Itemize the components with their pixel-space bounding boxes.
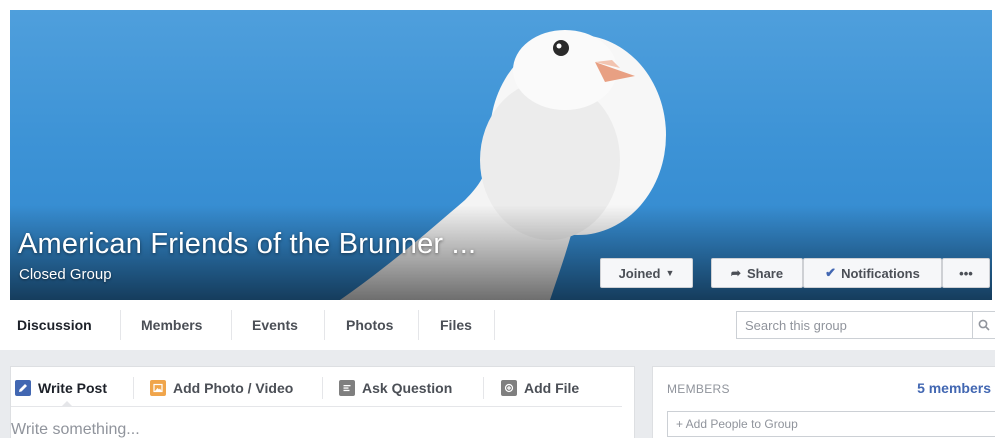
tab-divider bbox=[120, 310, 121, 340]
add-file-icon bbox=[501, 380, 517, 396]
composer-placeholder: Write something... bbox=[11, 421, 140, 438]
composer-divider bbox=[133, 377, 134, 399]
post-composer: Write Post Add Photo / Video Ask Questio… bbox=[10, 366, 635, 438]
write-post-tab[interactable]: Write Post bbox=[15, 377, 107, 399]
tab-divider bbox=[324, 310, 325, 340]
tab-photos[interactable]: Photos bbox=[346, 300, 393, 350]
composer-text-input[interactable]: Write something... bbox=[11, 421, 611, 441]
caret-down-icon: ▼ bbox=[665, 268, 675, 278]
add-file-tab[interactable]: Add File bbox=[501, 377, 579, 399]
composer-tab-underline bbox=[11, 406, 622, 407]
tab-members-label: Members bbox=[141, 317, 203, 333]
tab-files-label: Files bbox=[440, 317, 472, 333]
add-people-input[interactable]: + Add People to Group bbox=[667, 411, 995, 437]
active-tab-notch bbox=[61, 401, 73, 407]
question-list-icon bbox=[339, 380, 355, 396]
share-label: Share bbox=[746, 265, 784, 281]
tab-members[interactable]: Members bbox=[141, 300, 202, 350]
add-file-label: Add File bbox=[524, 380, 580, 396]
write-post-label: Write Post bbox=[38, 380, 107, 396]
search-placeholder: Search this group bbox=[745, 317, 847, 333]
members-heading: MEMBERS bbox=[667, 382, 730, 396]
tab-discussion-label: Discussion bbox=[17, 317, 92, 333]
composer-divider bbox=[483, 377, 484, 399]
group-search-input[interactable]: Search this group bbox=[736, 311, 995, 339]
more-dots-icon: ••• bbox=[959, 265, 973, 281]
tab-events[interactable]: Events bbox=[252, 300, 298, 350]
add-people-placeholder: + Add People to Group bbox=[676, 417, 798, 431]
search-icon[interactable] bbox=[972, 312, 995, 338]
share-button[interactable]: ➦ Share bbox=[711, 258, 803, 288]
ask-question-label: Ask Question bbox=[362, 380, 453, 396]
joined-button[interactable]: Joined ▼ bbox=[600, 258, 693, 288]
group-nav: Discussion Members Events Photos Files S… bbox=[10, 300, 995, 351]
members-count-link[interactable]: 5 members bbox=[917, 380, 991, 396]
tab-photos-label: Photos bbox=[346, 317, 394, 333]
more-options-button[interactable]: ••• bbox=[942, 258, 990, 288]
composer-divider bbox=[322, 377, 323, 399]
joined-label: Joined bbox=[618, 265, 661, 281]
tab-files[interactable]: Files bbox=[440, 300, 472, 350]
pencil-icon bbox=[15, 380, 31, 396]
photo-icon bbox=[150, 380, 166, 396]
notifications-button[interactable]: ✔ Notifications bbox=[803, 258, 942, 288]
group-title[interactable]: American Friends of the Brunner ... bbox=[18, 228, 476, 261]
ask-question-tab[interactable]: Ask Question bbox=[339, 377, 452, 399]
tab-divider bbox=[418, 310, 419, 340]
notifications-label: Notifications bbox=[841, 265, 920, 281]
share-arrow-icon: ➦ bbox=[730, 266, 741, 280]
tab-events-label: Events bbox=[252, 317, 298, 333]
cover-photo[interactable]: American Friends of the Brunner ... Clos… bbox=[10, 10, 992, 300]
add-photo-video-label: Add Photo / Video bbox=[173, 380, 294, 396]
members-panel: MEMBERS 5 members + Add People to Group bbox=[652, 366, 995, 438]
add-photo-video-tab[interactable]: Add Photo / Video bbox=[150, 377, 293, 399]
tab-divider bbox=[494, 310, 495, 340]
checkmark-icon: ✔ bbox=[825, 265, 837, 280]
tab-divider bbox=[231, 310, 232, 340]
group-privacy: Closed Group bbox=[19, 266, 112, 283]
tab-discussion[interactable]: Discussion bbox=[17, 300, 92, 350]
